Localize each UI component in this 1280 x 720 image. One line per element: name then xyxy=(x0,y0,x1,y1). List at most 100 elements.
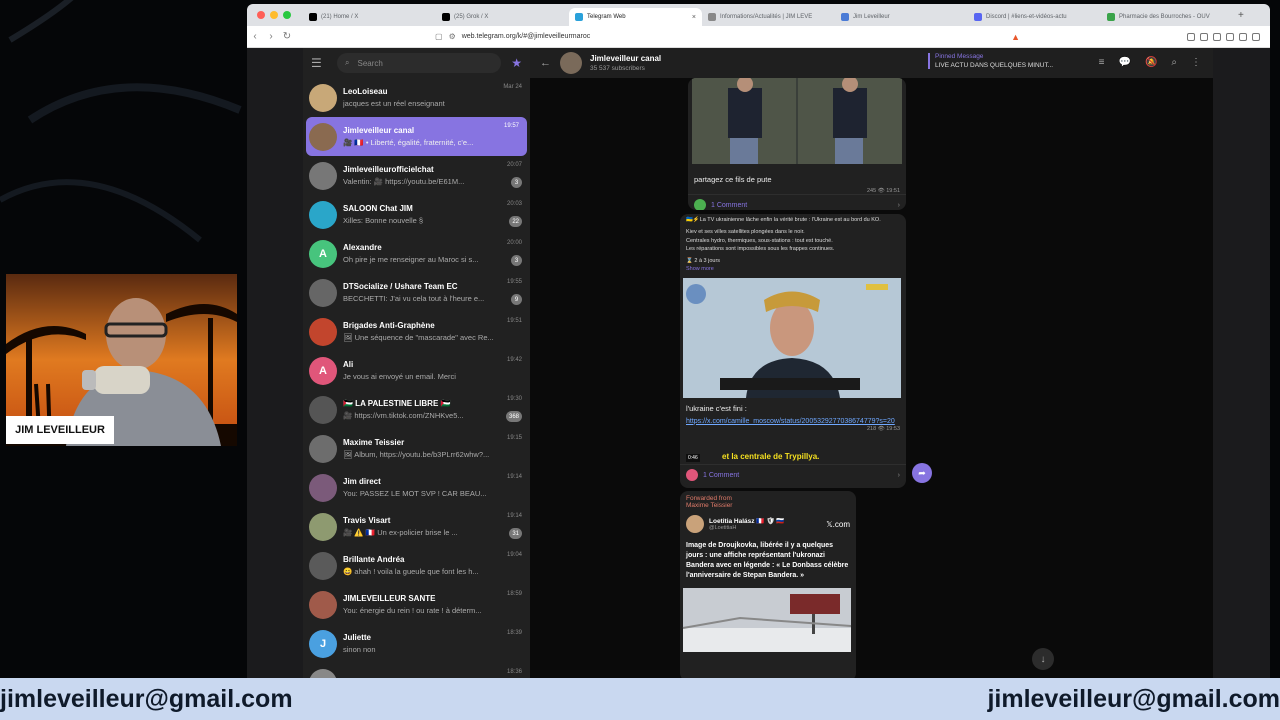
commenter-avatar xyxy=(694,199,706,210)
chevron-right-icon: › xyxy=(897,201,900,209)
chat-time: 19:14 xyxy=(506,513,522,519)
chat-preview: 🎥 https://vm.tiktok.com/ZNHKve5... xyxy=(343,411,464,420)
chat-list-item[interactable]: Brillante Andréa 😀 ahah ! voila la gueule… xyxy=(303,546,530,585)
sidebar-icon[interactable] xyxy=(1226,32,1234,41)
pinned-label: Pinned Message xyxy=(935,53,984,60)
url-text: web.telegram.org/k/#@jimleveilleurmaroc xyxy=(461,33,591,40)
chat-info: DTSocialize / Ushare Team EC BECCHETTI: J… xyxy=(343,282,524,303)
forwarded-header[interactable]: Forwarded from Maxime Teissier xyxy=(680,491,856,509)
avatar xyxy=(309,551,337,580)
download-icon[interactable] xyxy=(1213,32,1221,41)
message-link[interactable]: https://x.com/camille_moscow/status/2005… xyxy=(680,417,906,426)
pinned-message[interactable]: Pinned Message LIVE ACTU DANS QUELQUES M… xyxy=(928,53,1053,69)
back-arrow-icon[interactable]: ‹ xyxy=(247,31,263,42)
show-more-link[interactable]: Show more xyxy=(686,265,900,273)
channel-avatar[interactable] xyxy=(560,52,582,74)
chat-preview: Je vous ai envoyé un email. Merci xyxy=(343,372,456,381)
chat-list-item[interactable]: A Ali Je vous ai envoyé un email. Merci 19:… xyxy=(303,351,530,390)
chat-list-item[interactable]: DTSocialize / Ushare Team EC BECCHETTI: J… xyxy=(303,273,530,312)
tab-title: Pharmacie des Bourroches - OUV xyxy=(1119,14,1210,20)
hamburger-menu-icon[interactable]: ☰ xyxy=(311,56,327,70)
message-bubble[interactable]: 🇺🇦⚡La TV ukrainienne lâche enfin la véri… xyxy=(680,214,906,488)
chat-info: Ali Je vous ai envoyé un email. Merci xyxy=(343,360,524,381)
chat-list-item[interactable]: J Juliette sinon non 18:39 xyxy=(303,624,530,663)
bookmark-icon[interactable]: ▢ xyxy=(435,32,443,41)
profile-icon[interactable] xyxy=(1239,32,1247,41)
chat-preview: Valentin: 🎥 https://youtu.be/E61M... xyxy=(343,177,465,186)
chat-list-item[interactable]: SALOON Chat JIM Xilles: Bonne nouvelle § 2… xyxy=(303,195,530,234)
avatar xyxy=(309,161,337,190)
message-caption: l'ukraine c'est fini : xyxy=(686,403,747,413)
scroll-down-icon[interactable]: ↓ xyxy=(1032,648,1054,670)
browser-tab[interactable]: Telegram Web × xyxy=(569,8,702,26)
sidebar-header: ☰ ⌕ Search ★ xyxy=(303,48,530,78)
chat-list-item[interactable]: A Alexandre Oh pire je me renseigner au Ma… xyxy=(303,234,530,273)
chat-list-item[interactable]: Erik PETIT18:36 xyxy=(303,663,530,678)
site-icon xyxy=(708,13,716,21)
chat-list-item[interactable]: Travis Visart 🎥 ⚠️ 🇫🇷 Un ex-policier bris… xyxy=(303,507,530,546)
chat-info: LeoLoiseau jacques est un réel enseignant xyxy=(343,87,524,108)
chat-name: Travis Visart xyxy=(343,516,391,525)
chat-list-item[interactable]: Brigades Anti-Graphène 🖼 Une séquence de … xyxy=(303,312,530,351)
share-forward-icon[interactable]: ➦ xyxy=(912,463,932,483)
chat-preview: You: énergie du rein ! ou rate ! à déter… xyxy=(343,606,482,615)
browser-tab[interactable]: Jim Leveilleur xyxy=(835,8,968,26)
browser-tab[interactable]: Informations/Actualités | JIM LEVE xyxy=(702,8,835,26)
site-info-icon[interactable]: ⚙ xyxy=(449,32,456,41)
x-logo-icon: 𝕏.com xyxy=(826,519,850,529)
message-bubble[interactable]: Forwarded from Maxime Teissier Loetitia … xyxy=(680,491,856,678)
message-photo[interactable] xyxy=(688,78,906,166)
message-text: 🇺🇦⚡La TV ukrainienne lâche enfin la véri… xyxy=(680,214,906,276)
extension-icon[interactable] xyxy=(1187,32,1195,41)
message-caption: partagez ce fils de pute xyxy=(694,175,772,184)
search-icon[interactable]: ⌕ xyxy=(1171,57,1177,68)
saved-star-icon[interactable]: ★ xyxy=(511,56,522,70)
chat-list-item[interactable]: Jimleveilleur canal 🎥 🇫🇷 • Liberté, égali… xyxy=(306,117,527,156)
browser-tab[interactable]: Discord | #liens-et-vidéos-actu xyxy=(968,8,1101,26)
comments-label: 1 Comment xyxy=(703,471,740,479)
avatar xyxy=(309,278,337,307)
chat-name: SALOON Chat JIM xyxy=(343,204,413,213)
reload-icon[interactable]: ↻ xyxy=(279,31,295,42)
chat-list-item[interactable]: Jim direct You: PASSEZ LE MOT SVP ! CAR B… xyxy=(303,468,530,507)
tweet-text: Image de Droujkovka, libérée il y a quel… xyxy=(686,542,849,580)
chat-list-item[interactable]: Jimleveilleurofficielchat Valentin: 🎥 htt… xyxy=(303,156,530,195)
forward-arrow-icon[interactable]: › xyxy=(263,31,279,42)
close-tab-icon[interactable]: × xyxy=(692,14,696,21)
maximize-window-button[interactable] xyxy=(283,11,291,19)
back-arrow-icon[interactable]: ← xyxy=(540,57,556,69)
subscriber-count: 35 537 subscribers xyxy=(590,65,645,72)
more-options-icon[interactable]: ⋮ xyxy=(1191,57,1201,68)
address-toolbar: ‹ › ↻ ▢ ⚙ web.telegram.org/k/#@jimleveil… xyxy=(247,26,1270,48)
chat-list-item[interactable]: JIMLEVEILLEUR SANTE You: énergie du rein … xyxy=(303,585,530,624)
comments-button[interactable]: 1 Comment › xyxy=(680,464,906,485)
chat-list-item[interactable]: LeoLoiseau jacques est un réel enseignant… xyxy=(303,78,530,117)
tweet-header: Loetitia Halász 🇫🇷 🛡 🇷🇺 @LoetitiaH 𝕏.com xyxy=(680,509,856,539)
chat-time: Mar 24 xyxy=(503,84,522,90)
browser-tab[interactable]: (25) Grok / X xyxy=(436,8,569,26)
discussion-icon[interactable]: 💬 xyxy=(1118,57,1130,68)
mute-icon[interactable]: 🔕 xyxy=(1145,57,1157,68)
chat-name: Juliette xyxy=(343,633,372,642)
message-bubble[interactable]: partagez ce fils de pute 245 👁 19:51 1 C… xyxy=(688,78,906,210)
minimize-window-button[interactable] xyxy=(270,11,278,19)
channel-name: Jimleveilleur canal xyxy=(590,54,662,63)
browser-tab[interactable]: (21) Home / X xyxy=(303,8,436,26)
channel-title-block[interactable]: Jimleveilleur canal 35 537 subscribers xyxy=(590,54,661,72)
comments-button[interactable]: 1 Comment › xyxy=(688,194,906,210)
tweet-photo[interactable] xyxy=(680,587,856,652)
chat-name: Alexandre xyxy=(343,243,382,252)
brave-shield-icon[interactable]: ▲ xyxy=(1011,32,1020,42)
message-video[interactable] xyxy=(680,277,906,400)
extension-icon[interactable] xyxy=(1200,32,1208,41)
chat-list-item[interactable]: Maxime Teissier 🖼 Album, https://youtu.be… xyxy=(303,429,530,468)
browser-tab[interactable]: Pharmacie des Bourroches - OUV xyxy=(1101,8,1234,26)
menu-icon[interactable] xyxy=(1252,32,1260,41)
address-bar[interactable]: ▢ ⚙ web.telegram.org/k/#@jimleveilleurma… xyxy=(435,32,1020,42)
chat-list-item[interactable]: 🇵🇸 LA PALESTINE LIBRE 🇵🇸 🎥 https://vm.tik… xyxy=(303,390,530,429)
new-tab-button[interactable]: + xyxy=(1238,10,1244,21)
chat-info: Brigades Anti-Graphène 🖼 Une séquence de … xyxy=(343,321,524,342)
search-input[interactable]: ⌕ Search xyxy=(337,53,502,73)
pinned-list-icon[interactable]: ≡ xyxy=(1099,57,1105,68)
close-window-button[interactable] xyxy=(257,11,265,19)
